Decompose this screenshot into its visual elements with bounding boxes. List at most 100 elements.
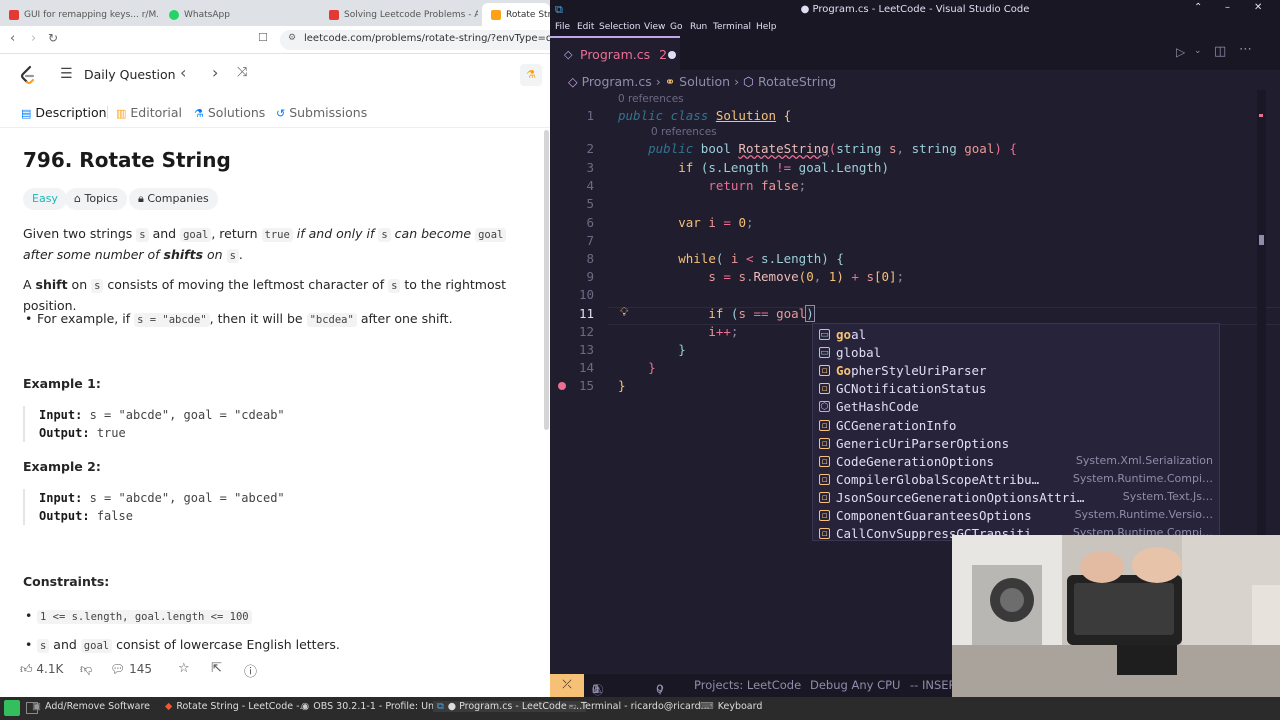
help-icon[interactable]: ⓘ <box>244 661 257 680</box>
menu-view[interactable]: View <box>644 22 665 32</box>
menu-edit[interactable]: Edit <box>577 22 594 32</box>
taskbar-item[interactable]: ◉ OBS 30.2.1-1 - Profile: Un... <box>301 701 443 712</box>
leetcode-header: ☰ Daily Question ‹ › ⤨ ⚗ <box>0 54 550 96</box>
browser-tab[interactable]: GUI for remapping keys... r/M... <box>0 3 158 26</box>
menu-help[interactable]: Help <box>756 22 777 32</box>
menu-file[interactable]: File <box>555 22 570 32</box>
companies-label: Companies <box>147 192 209 205</box>
menu-run[interactable]: Run <box>690 22 707 32</box>
text: , return <box>211 226 262 241</box>
chevron-down-icon[interactable]: ⌄ <box>1194 46 1202 56</box>
browser-tab[interactable]: WhatsApp <box>160 3 318 26</box>
suggestion-item[interactable]: ▫ CompilerGlobalScopeAttribu… System.Runti… <box>813 471 1219 489</box>
back-icon[interactable]: ‹ <box>10 31 15 46</box>
split-editor-icon[interactable]: ◫ <box>1214 44 1226 59</box>
debug-icon[interactable]: ⚗ <box>520 64 542 86</box>
tab-label: Program.cs <box>580 47 651 62</box>
minimize-icon[interactable]: – <box>1225 2 1230 13</box>
companies-button[interactable]: 🔒︎ Companies <box>129 188 218 210</box>
suggestion-item[interactable]: ▫ GCGenerationInfo <box>813 417 1219 435</box>
problem-title: 796. Rotate String <box>23 148 231 172</box>
breadcrumb-item[interactable]: Solution <box>679 74 730 89</box>
prev-problem-icon[interactable]: ‹ <box>180 63 186 82</box>
breadcrumb-item[interactable]: Program.cs <box>582 74 652 89</box>
suggestion-item[interactable]: ▭ goal <box>813 326 1219 344</box>
taskbar-item[interactable]: ⌨ Keyboard <box>700 701 762 712</box>
project-status[interactable]: Projects: LeetCode <box>694 678 801 692</box>
likes-count: 4.1K <box>36 662 64 676</box>
remote-indicator-icon[interactable]: ⤫ <box>550 674 584 697</box>
bullet-dot: • <box>25 637 33 652</box>
history-icon: ↺ <box>276 107 286 120</box>
suggestion-item[interactable]: ▭ global <box>813 344 1219 362</box>
example-2-box: Input: s = "abcde", goal = "abced" Outpu… <box>23 489 528 525</box>
run-icon[interactable]: ▷ <box>1176 45 1185 59</box>
build-config-status[interactable]: Debug Any CPU <box>810 678 900 692</box>
suggestion-item[interactable]: ▫ GCNotificationStatus <box>813 380 1219 398</box>
menu-terminal[interactable]: Terminal <box>713 22 751 32</box>
csharp-file-icon: ◇ <box>564 48 573 61</box>
divider <box>107 106 108 119</box>
codelens-references[interactable]: 0 references <box>651 126 717 138</box>
taskbar-item-active[interactable]: ⧉ ● Program.cs - LeetCode -... <box>433 701 587 712</box>
tab-submissions[interactable]: ↺ Submissions <box>276 105 367 120</box>
codelens-references[interactable]: 0 references <box>618 93 684 105</box>
problem-description: 796. Rotate String Easy ⌂ Topics 🔒︎ Comp… <box>0 128 545 655</box>
taskbar-item[interactable]: ▣ Add/Remove Software <box>32 701 150 712</box>
chevron-up-icon[interactable]: ⌃ <box>1194 2 1202 13</box>
more-actions-icon[interactable]: ⋯ <box>1239 42 1252 57</box>
forward-icon[interactable]: › <box>31 31 36 46</box>
url-field[interactable]: ⚙ leetcode.com/problems/rotate-string/?e… <box>280 30 550 50</box>
taskbar-label: ● Program.cs - LeetCode -... <box>447 701 583 712</box>
next-problem-icon[interactable]: › <box>212 63 218 82</box>
dislike-icon[interactable]: 👎︎ <box>80 662 92 677</box>
browser-tab[interactable]: Solving Leetcode Problems - A... <box>320 3 478 26</box>
inline-code: s <box>378 228 391 242</box>
suggestion-item[interactable]: ▫ GenericUriParserOptions <box>813 435 1219 453</box>
breakpoint-dot-icon[interactable] <box>558 382 566 390</box>
comments-count: 145 <box>129 662 152 676</box>
code-token: s.Length) <box>761 251 829 266</box>
tab-solutions[interactable]: ⚗ Solutions <box>194 105 265 120</box>
close-icon[interactable]: ✕ <box>1254 2 1262 13</box>
menu-go[interactable]: Go <box>670 22 682 32</box>
code-token: goal <box>776 306 807 321</box>
tab-description[interactable]: ▤ Description <box>21 105 107 120</box>
code-line: } <box>618 342 686 357</box>
scroll-thumb[interactable] <box>1259 235 1264 245</box>
suggestion-item[interactable]: ▫ ComponentGuaranteesOptions System.Runtim… <box>813 507 1219 525</box>
star-icon[interactable]: ☆ <box>178 661 190 676</box>
reload-icon[interactable]: ↻ <box>48 31 58 45</box>
text: and <box>148 226 181 241</box>
taskbar-item[interactable]: ▭ Terminal - ricardo@ricard... <box>568 701 710 712</box>
book-icon: ▥ <box>116 107 127 120</box>
suggestion-item[interactable]: ▫ CodeGenerationOptions System.Xml.Seriali… <box>813 453 1219 471</box>
webcam-image <box>952 535 1280 697</box>
like-button[interactable]: 👍︎ 4.1K <box>20 662 63 677</box>
taskbar-item[interactable]: ◆ Rotate String - LeetCode -... <box>165 701 309 712</box>
topics-button[interactable]: ⌂ Topics <box>65 188 127 210</box>
text: , then it will be <box>209 311 307 326</box>
text: For example, if <box>37 311 135 326</box>
code-token: public <box>648 141 694 156</box>
scrollbar[interactable] <box>544 130 549 430</box>
share-icon[interactable]: ⇱ <box>211 661 222 676</box>
tab-program-cs[interactable]: ◇ Program.cs 2 <box>550 36 680 70</box>
code-token: goal.Length) <box>798 160 889 175</box>
suggestion-item[interactable]: ▫ GopherStyleUriParser <box>813 362 1219 380</box>
breadcrumb-item[interactable]: RotateString <box>758 74 836 89</box>
daily-question-link[interactable]: Daily Question <box>84 67 176 82</box>
bookmark-icon[interactable]: ☐ <box>258 31 268 44</box>
unsaved-dot-icon[interactable] <box>668 51 676 59</box>
leetcode-logo-icon[interactable] <box>19 65 37 85</box>
suggestion-item[interactable]: ▫ JsonSourceGenerationOptionsAttri… System… <box>813 489 1219 507</box>
suggestion-item[interactable]: ⬡ GetHashCode <box>813 398 1219 416</box>
code-token: s <box>866 269 874 284</box>
comments-button[interactable]: 💬︎ 145 <box>110 662 152 676</box>
shuffle-icon[interactable]: ⤨ <box>237 65 247 80</box>
browser-tab-active[interactable]: Rotate String <box>482 3 550 26</box>
taskbar: ▣ Add/Remove Software ◆ Rotate String - Le… <box>0 697 1280 720</box>
start-menu-icon[interactable] <box>4 700 20 716</box>
menu-selection[interactable]: Selection <box>599 22 640 32</box>
tab-editorial[interactable]: ▥ Editorial <box>116 105 182 120</box>
